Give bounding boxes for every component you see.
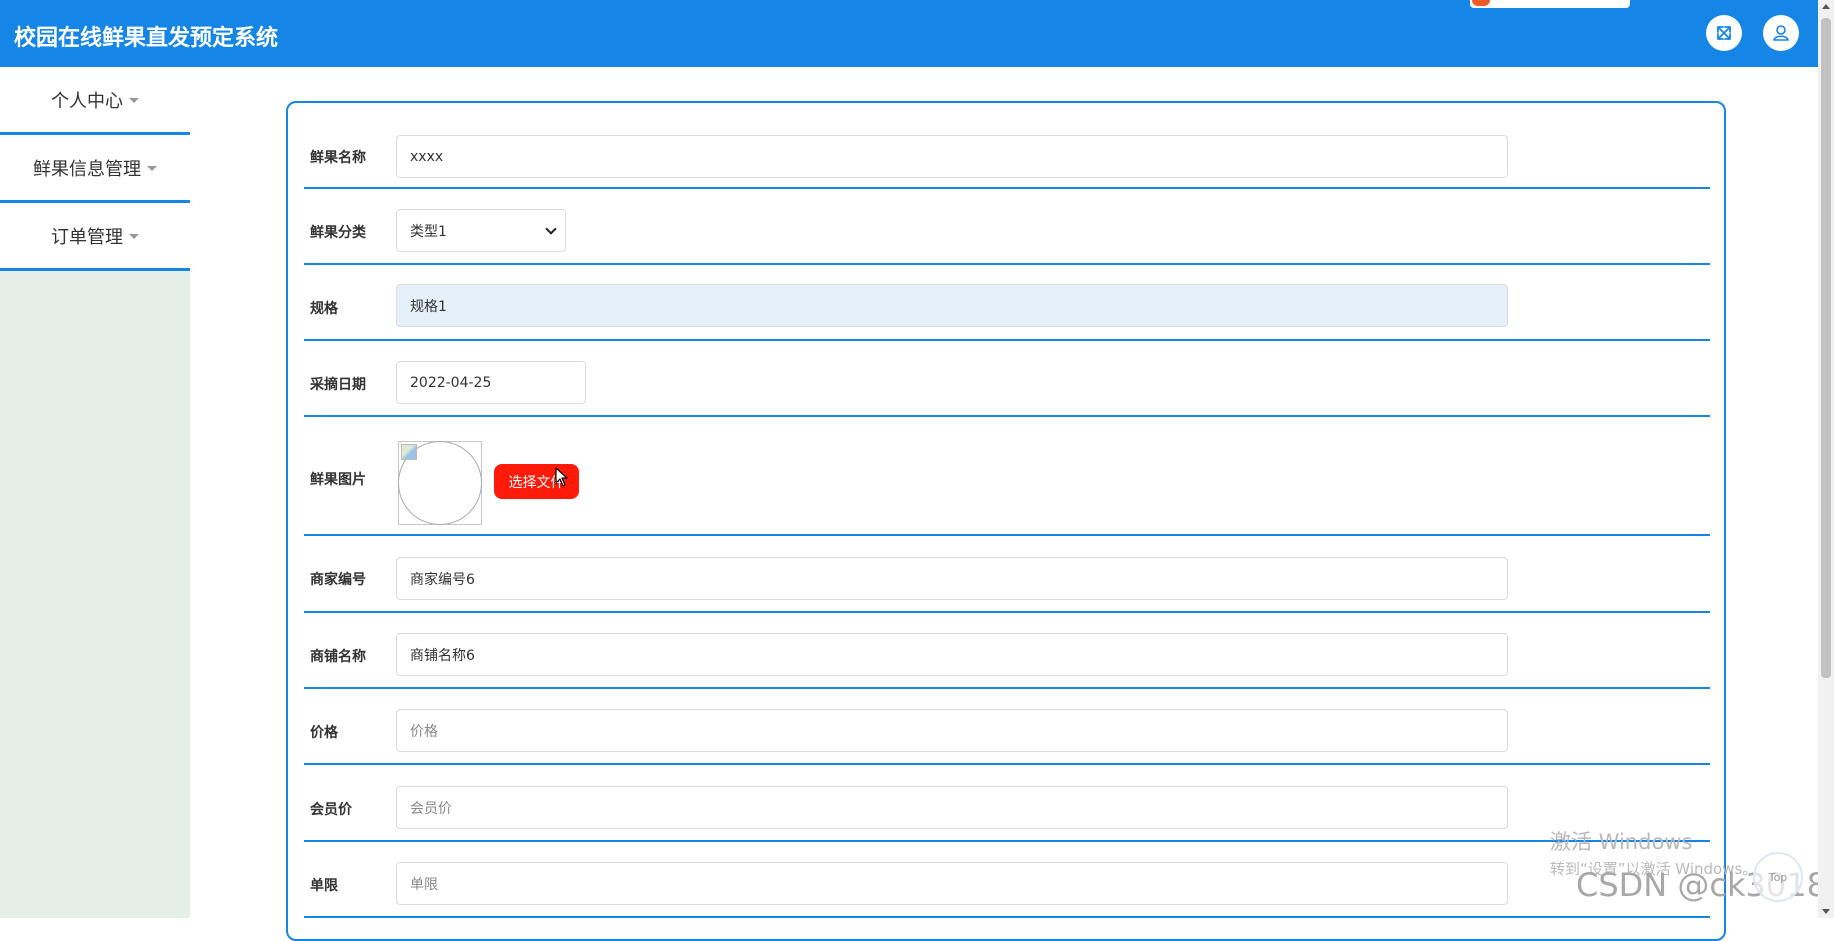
field-label: 商铺名称	[310, 649, 366, 665]
form-row-member-price: 会员价 会员价	[304, 765, 1710, 842]
form-row-date: 采摘日期 2022-04-25	[304, 341, 1710, 417]
scrollbar-thumb[interactable]	[1821, 18, 1831, 678]
form-card: 鲜果名称 xxxx 鲜果分类 类型1 规格 规格1 采摘日期 2022-04-2…	[286, 101, 1726, 941]
sidebar-item-orders[interactable]: 订单管理	[0, 203, 190, 271]
field-label: 商家编号	[310, 572, 366, 588]
form-row-category: 鲜果分类 类型1	[304, 189, 1710, 265]
top-badge	[1470, 0, 1630, 8]
member-price-input[interactable]: 会员价	[396, 786, 1508, 829]
field-label: 单限	[310, 878, 338, 894]
field-label: 鲜果图片	[310, 472, 366, 488]
form-row-limit: 单限 单限	[304, 842, 1710, 918]
category-selected-value: 类型1	[410, 223, 447, 240]
fullscreen-button[interactable]	[1706, 15, 1742, 51]
pick-date-input[interactable]: 2022-04-25	[396, 361, 586, 404]
sidebar-item-fruit-info[interactable]: 鲜果信息管理	[0, 135, 190, 203]
category-select[interactable]: 类型1	[396, 209, 566, 252]
sidebar: 个人中心 鲜果信息管理 订单管理	[0, 67, 190, 918]
field-label: 规格	[310, 301, 338, 317]
activate-title: 激活 Windows	[1550, 830, 1693, 854]
mouse-cursor-icon	[555, 467, 568, 487]
caret-down-icon	[129, 98, 139, 103]
sidebar-item-label: 订单管理	[51, 226, 123, 248]
scroll-up-icon[interactable]	[1822, 4, 1830, 9]
field-label: 鲜果名称	[310, 150, 366, 166]
expand-icon	[1717, 26, 1731, 40]
sidebar-item-label: 个人中心	[51, 90, 123, 112]
vertical-scrollbar[interactable]	[1818, 0, 1834, 918]
field-label: 采摘日期	[310, 377, 366, 393]
caret-down-icon	[147, 166, 157, 171]
back-to-top-button[interactable]: Top	[1753, 852, 1803, 902]
fruit-name-input[interactable]: xxxx	[396, 135, 1508, 178]
image-preview	[398, 441, 482, 525]
limit-input[interactable]: 单限	[396, 862, 1508, 905]
broken-image-icon	[401, 444, 417, 460]
field-label: 价格	[310, 725, 338, 741]
chevron-down-icon	[545, 222, 557, 235]
sidebar-item-personal-center[interactable]: 个人中心	[0, 67, 190, 135]
field-label: 鲜果分类	[310, 225, 366, 241]
app-title: 校园在线鲜果直发预定系统	[14, 26, 279, 51]
form-row-price: 价格 价格	[304, 689, 1710, 765]
form-row-spec: 规格 规格1	[304, 265, 1710, 341]
sidebar-item-label: 鲜果信息管理	[33, 158, 141, 180]
scroll-down-icon[interactable]	[1822, 909, 1830, 914]
caret-down-icon	[129, 234, 139, 239]
top-header: 校园在线鲜果直发预定系统	[0, 0, 1818, 67]
field-label: 会员价	[310, 802, 352, 818]
form-row-merchant-no: 商家编号 商家编号6	[304, 536, 1710, 613]
form-row-name: 鲜果名称 xxxx	[304, 103, 1710, 189]
spec-input[interactable]: 规格1	[396, 284, 1508, 327]
merchant-no-input[interactable]: 商家编号6	[396, 557, 1508, 600]
form-row-image: 鲜果图片 选择文件	[304, 417, 1710, 536]
user-button[interactable]	[1763, 15, 1799, 51]
price-input[interactable]: 价格	[396, 709, 1508, 752]
form-row-shop-name: 商铺名称 商铺名称6	[304, 613, 1710, 689]
user-icon	[1773, 25, 1789, 41]
shop-name-input[interactable]: 商铺名称6	[396, 633, 1508, 676]
